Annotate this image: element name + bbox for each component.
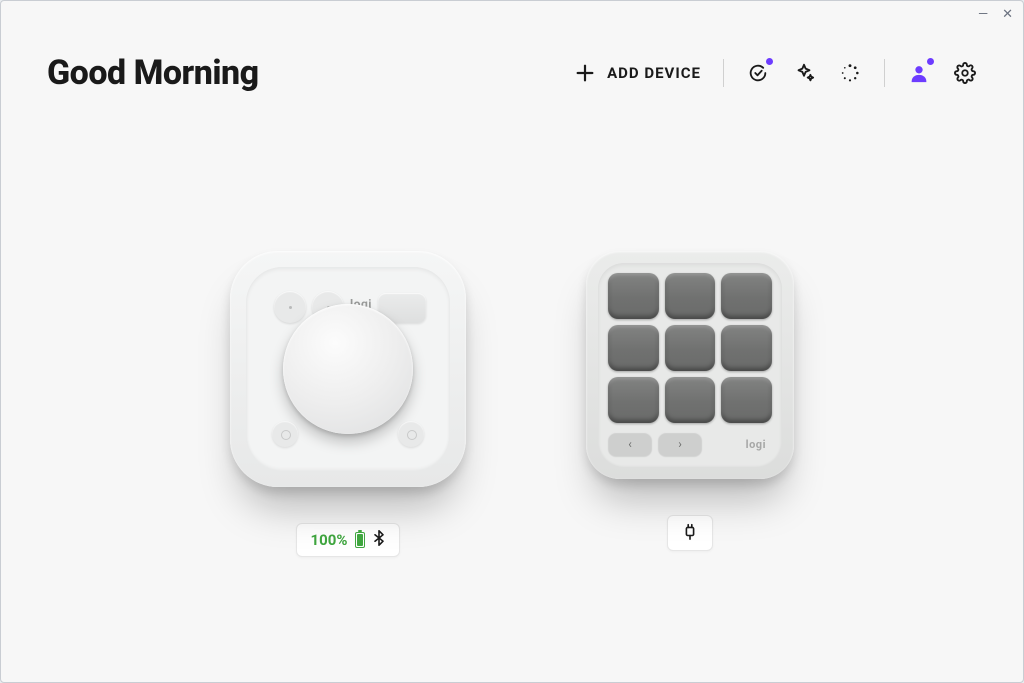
- keypad-key: [721, 377, 772, 423]
- toolbar-separator: [884, 59, 885, 87]
- device-keypad: ‹ › logi: [586, 251, 794, 551]
- dial-knob: [283, 304, 413, 434]
- battery-icon: [355, 532, 365, 548]
- toolbar-separator: [723, 59, 724, 87]
- top-bar: Good Morning ADD DEVICE: [1, 1, 1023, 111]
- keypad-key: [721, 273, 772, 319]
- window-close-icon[interactable]: ✕: [1002, 7, 1013, 22]
- keypad-key: [665, 273, 716, 319]
- keypad-key: [665, 377, 716, 423]
- window-minimize-icon[interactable]: —: [978, 7, 988, 22]
- device-keypad-status-chip[interactable]: [667, 515, 713, 551]
- profile-icon[interactable]: [907, 61, 931, 85]
- keypad-key: [608, 377, 659, 423]
- loading-dots-icon[interactable]: [838, 61, 862, 85]
- wired-connection-icon: [682, 522, 698, 544]
- keypad-grid: [608, 273, 772, 423]
- dial-corner-button-br: [398, 421, 424, 447]
- greeting-title: Good Morning: [47, 53, 259, 93]
- brand-logo: logi: [746, 438, 772, 451]
- keypad-key: [608, 273, 659, 319]
- bluetooth-icon: [373, 530, 385, 550]
- settings-gear-icon[interactable]: [953, 61, 977, 85]
- dial-preset-button-1: [274, 291, 306, 323]
- keypad-nav-row: ‹ › logi: [608, 429, 772, 459]
- keypad-key: [721, 325, 772, 371]
- battery-percent-label: 100%: [311, 531, 348, 549]
- toolbar: ADD DEVICE: [573, 53, 977, 93]
- add-device-label: ADD DEVICE: [607, 64, 701, 82]
- window-controls: — ✕: [978, 7, 1013, 22]
- keypad-key: [665, 325, 716, 371]
- device-dial-status-chip[interactable]: 100%: [296, 523, 401, 557]
- app-window: — ✕ Good Morning ADD DEVICE: [0, 0, 1024, 683]
- device-dial: logi 100%: [230, 251, 466, 557]
- device-keypad-body[interactable]: ‹ › logi: [586, 251, 794, 479]
- keypad-page-prev: ‹: [608, 432, 652, 456]
- device-dial-body[interactable]: logi: [230, 251, 466, 487]
- add-device-button[interactable]: ADD DEVICE: [573, 61, 701, 85]
- sparkle-icon[interactable]: [792, 61, 816, 85]
- updates-icon[interactable]: [746, 61, 770, 85]
- keypad-page-next: ›: [658, 432, 702, 456]
- plus-icon: [573, 61, 597, 85]
- keypad-key: [608, 325, 659, 371]
- device-stage: logi 100%: [1, 111, 1023, 682]
- dial-corner-button-bl: [272, 421, 298, 447]
